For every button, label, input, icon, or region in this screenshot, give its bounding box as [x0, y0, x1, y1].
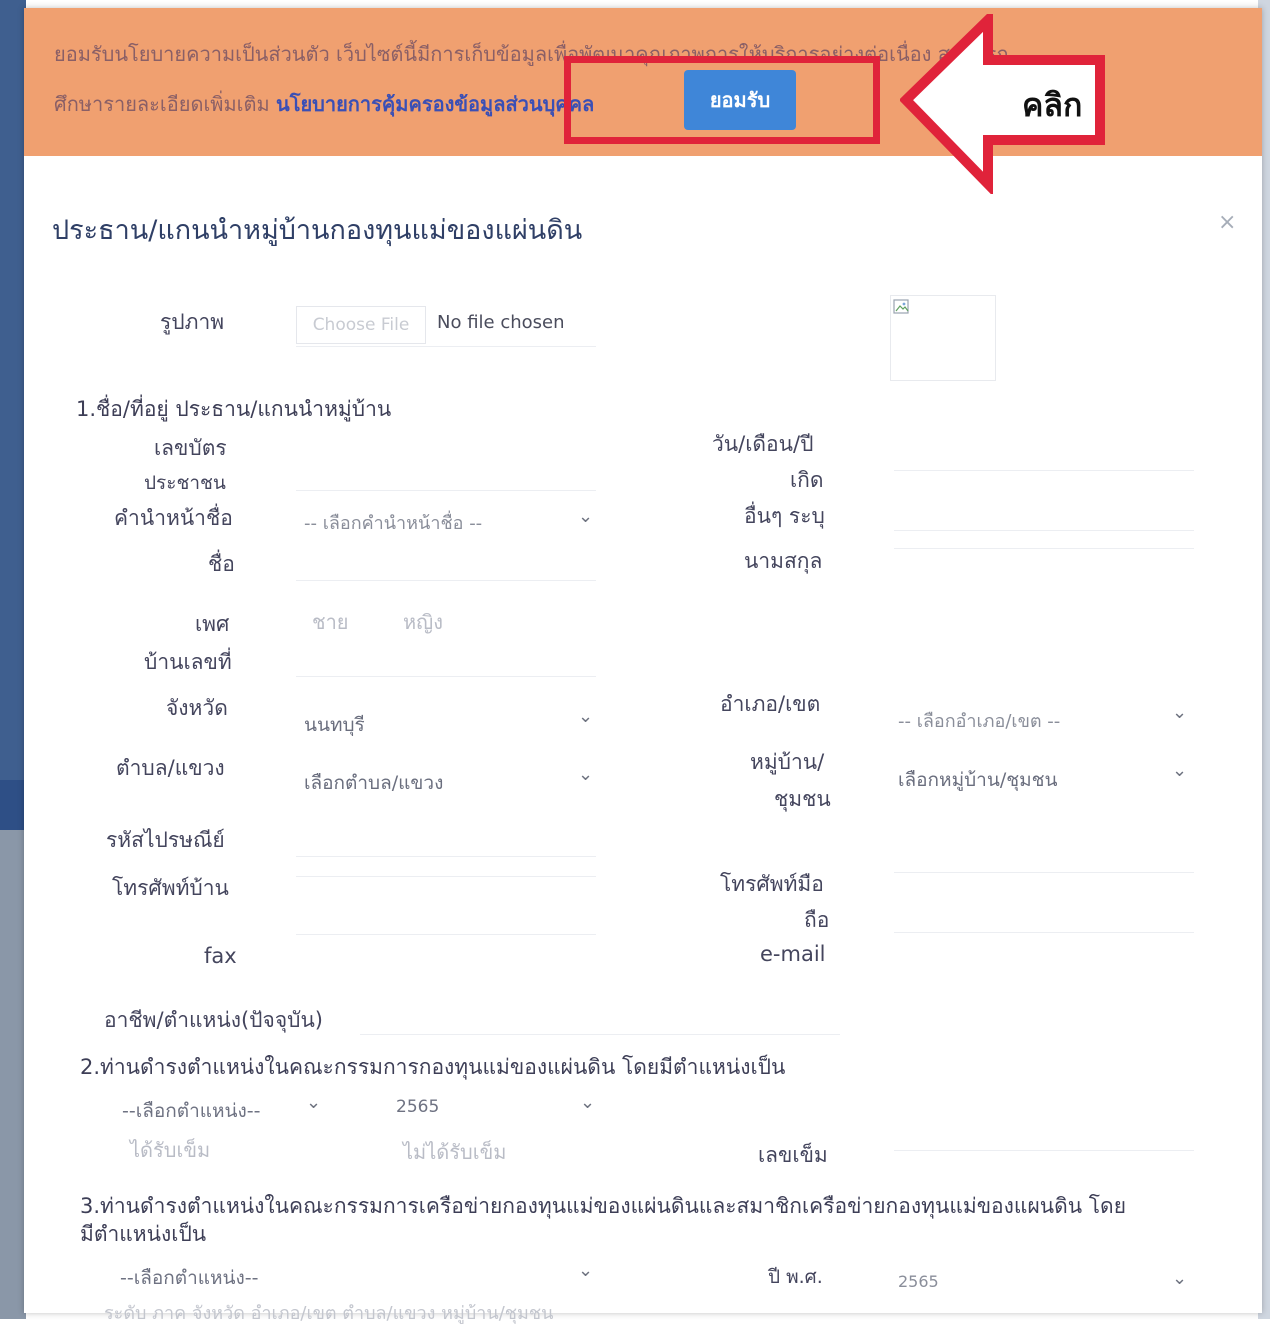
postcode-label: รหัสไปรษณีย์ [106, 828, 225, 852]
chevron-down-icon: ⌄ [1172, 1268, 1188, 1289]
not-received-pin-option[interactable]: ไม่ได้รับเข็ม [403, 1136, 506, 1168]
dob-input[interactable] [894, 470, 1194, 471]
section3-level-row: ระดับ ภาค จังหวัด อำเภอ/เขต ตำบล/แขวง หม… [104, 1303, 554, 1324]
background-page [0, 0, 26, 1319]
section3-year-label: ปี พ.ศ. [768, 1266, 823, 1288]
privacy-policy-link[interactable]: นโยบายการคุ้มครองข้อมูลส่วนบุคคล [276, 92, 594, 116]
section2-heading: 2.ท่านดำรงตำแหน่งในคณะกรรมการกองทุนแม่ขอ… [80, 1055, 786, 1079]
background-nav-band [0, 780, 26, 830]
subdistrict-select[interactable]: เลือกตำบล/แขวง [304, 768, 443, 798]
gender-label: เพศ [195, 612, 230, 636]
province-label: จังหวัด [166, 696, 228, 720]
cookie-message-more: ศึกษารายละเอียดเพิ่มเติม นโยบายการคุ้มคร… [54, 88, 594, 120]
home-phone-input[interactable] [296, 876, 596, 877]
subdistrict-label: ตำบล/แขวง [116, 756, 225, 780]
section2-position-select[interactable]: --เลือกตำแหน่ง-- [122, 1096, 261, 1126]
district-label: อำเภอ/เขต [720, 692, 821, 716]
other-specify-label: อื่นๆ ระบุ [744, 504, 825, 528]
last-name-input[interactable] [894, 548, 1194, 549]
village-label: หมู่บ้าน/ [750, 750, 825, 774]
dob-label: วัน/เดือน/ปี [712, 432, 814, 456]
village-select[interactable]: เลือกหมู่บ้าน/ชุมชน [898, 765, 1058, 795]
first-name-input[interactable] [296, 580, 596, 581]
last-name-label: นามสกุล [744, 549, 823, 573]
annotation-arrow: คลิก [900, 14, 1105, 194]
home-phone-label: โทรศัพท์บ้าน [112, 876, 229, 900]
section3-heading: 3.ท่านดำรงตำแหน่งในคณะกรรมการเครือข่ายกอ… [80, 1194, 1127, 1218]
annotation-highlight-box [564, 56, 880, 144]
broken-image-icon [893, 299, 909, 314]
chevron-down-icon: ⌄ [580, 1092, 596, 1113]
gender-female-option[interactable]: หญิง [403, 606, 443, 638]
section2-year-select[interactable]: 2565 [396, 1097, 439, 1117]
annotation-arrow-label: คลิก [1022, 86, 1082, 124]
photo-preview [890, 295, 996, 381]
background-content [0, 830, 26, 1319]
received-pin-option[interactable]: ได้รับเข็ม [130, 1134, 210, 1166]
dob-label-2: เกิด [790, 468, 824, 492]
section1-heading: 1.ชื่อ/ที่อยู่ ประธาน/แกนนำหมู่บ้าน [76, 397, 392, 421]
id-card-label: เลขบัตร [154, 436, 227, 460]
modal-title: ประธาน/แกนนำหมู่บ้านกองทุนแม่ของแผ่นดิน [52, 215, 583, 246]
section3-position-select[interactable]: --เลือกตำแหน่ง-- [120, 1263, 259, 1293]
prefix-select[interactable]: -- เลือกคำนำหน้าชื่อ -- [304, 508, 482, 537]
other-specify-input[interactable] [894, 530, 1194, 531]
house-no-input[interactable] [296, 676, 596, 677]
pin-number-input[interactable] [894, 1150, 1194, 1151]
email-label: e-mail [760, 942, 826, 966]
fax-input[interactable] [296, 934, 596, 935]
id-card-input[interactable] [296, 490, 596, 491]
pin-number-label: เลขเข็ม [758, 1143, 828, 1167]
chevron-down-icon: ⌄ [306, 1092, 322, 1113]
postcode-input[interactable] [296, 856, 596, 857]
mobile-label-2: ถือ [804, 908, 830, 932]
occupation-input[interactable] [360, 1034, 840, 1035]
district-select[interactable]: -- เลือกอำเภอ/เขต -- [898, 706, 1060, 735]
gender-male-option[interactable]: ชาย [312, 606, 349, 638]
chevron-down-icon: ⌄ [1172, 702, 1188, 723]
section3-year-select[interactable]: 2565 [898, 1272, 939, 1291]
file-status-text: No file chosen [437, 312, 565, 333]
province-select[interactable]: นนทบุรี [304, 710, 365, 740]
chevron-down-icon: ⌄ [578, 506, 594, 527]
chevron-down-icon: ⌄ [578, 1260, 594, 1281]
file-input-underline [296, 346, 596, 347]
id-card-label-2: ประชาชน [144, 472, 226, 494]
prefix-label: คำนำหน้าชื่อ [114, 506, 233, 530]
photo-label: รูปภาพ [160, 310, 225, 334]
mobile-input[interactable] [894, 872, 1194, 873]
email-input[interactable] [894, 932, 1194, 933]
chevron-down-icon: ⌄ [578, 764, 594, 785]
chevron-down-icon: ⌄ [1172, 760, 1188, 781]
section3-heading-2: มีตำแหน่งเป็น [80, 1222, 207, 1246]
close-icon[interactable]: × [1218, 210, 1236, 235]
village-label-2: ชุมชน [774, 787, 831, 811]
cookie-more-text: ศึกษารายละเอียดเพิ่มเติม [54, 92, 277, 116]
first-name-label: ชื่อ [208, 552, 235, 576]
choose-file-button[interactable]: Choose File [296, 306, 426, 344]
fax-label: fax [204, 944, 237, 968]
occupation-label: อาชีพ/ตำแหน่ง(ปัจจุบัน) [104, 1008, 324, 1032]
house-no-label: บ้านเลขที่ [144, 650, 232, 674]
chevron-down-icon: ⌄ [578, 706, 594, 727]
mobile-label: โทรศัพท์มือ [720, 872, 824, 896]
